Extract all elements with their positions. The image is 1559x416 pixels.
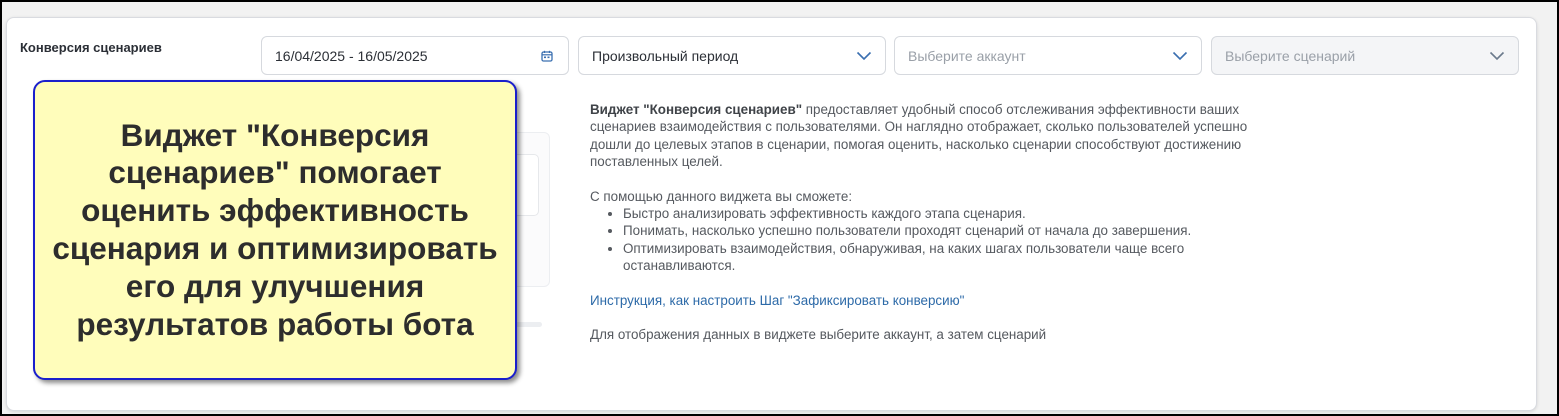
scenario-placeholder: Выберите сценарий (1225, 47, 1356, 64)
chevron-down-icon[interactable] (856, 48, 872, 64)
feature-list: Быстро анализировать эффективность каждо… (590, 205, 1250, 275)
widget-title: Конверсия сценариев (20, 40, 162, 55)
list-item: Понимать, насколько успешно пользователи… (623, 222, 1250, 239)
list-item: Быстро анализировать эффективность каждо… (623, 205, 1250, 222)
chevron-down-icon[interactable] (1489, 48, 1505, 64)
instruction-link[interactable]: Инструкция, как настроить Шаг "Зафиксиро… (590, 293, 964, 308)
calendar-icon[interactable] (539, 48, 555, 64)
description-intro: Виджет "Конверсия сценариев" предоставля… (590, 101, 1250, 171)
account-select[interactable]: Выберите аккаунт (894, 36, 1202, 75)
chevron-down-icon[interactable] (1172, 48, 1188, 64)
period-select[interactable]: Произвольный период (578, 36, 886, 75)
widget-description: Виджет "Конверсия сценариев" предоставля… (590, 101, 1250, 343)
callout-text: Виджет "Конверсия сценариев" помогает оц… (52, 116, 498, 342)
annotation-callout: Виджет "Конверсия сценариев" помогает оц… (33, 80, 517, 380)
date-range-value: 16/04/2025 - 16/05/2025 (275, 47, 428, 64)
date-range-picker[interactable]: 16/04/2025 - 16/05/2025 (261, 36, 569, 75)
list-item: Оптимизировать взаимодействия, обнаружив… (623, 240, 1250, 275)
scenario-select[interactable]: Выберите сценарий (1211, 36, 1519, 75)
description-intro-bold: Виджет "Конверсия сценариев" (590, 102, 803, 117)
account-placeholder: Выберите аккаунт (908, 47, 1026, 64)
screenshot-frame: Конверсия сценариев 16/04/2025 - 16/05/2… (0, 0, 1559, 416)
period-value: Произвольный период (592, 47, 739, 64)
description-list-intro: С помощью данного виджета вы сможете: (590, 188, 853, 204)
select-hint: Для отображения данных в виджете выберит… (590, 327, 1047, 343)
